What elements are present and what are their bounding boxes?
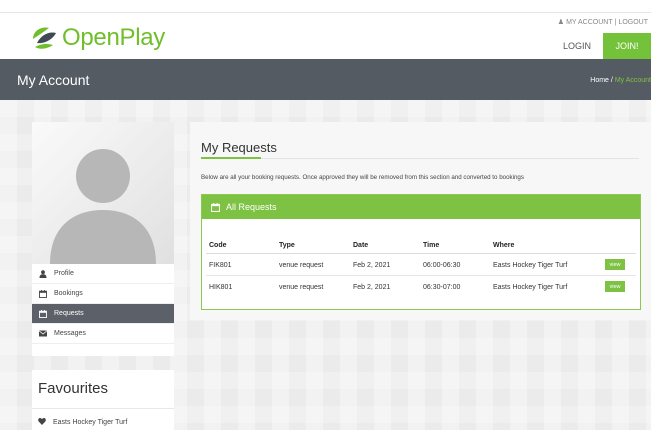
favourites-title: Favourites [38, 380, 109, 397]
favourite-label: Easts Hockey Tiger Turf [53, 419, 128, 426]
column-header-where: Where [493, 242, 515, 249]
page-banner: My Account Home / My Account [0, 59, 651, 100]
card-header: All Requests [202, 195, 640, 219]
user-icon [38, 269, 47, 278]
cell-code: HIK801 [209, 284, 233, 291]
avatar [32, 122, 174, 264]
page-title: My Account [17, 72, 90, 88]
account-sidebar: Profile Bookings Requests Messages [32, 122, 174, 356]
cell-where: Easts Hockey Tiger Turf [493, 284, 568, 291]
requests-panel: My Requests Below are all your booking r… [190, 122, 651, 320]
cell-time: 06:00-06:30 [423, 262, 461, 269]
envelope-icon [38, 329, 47, 338]
section-description: Below are all your booking requests. Onc… [201, 174, 524, 181]
sidebar-item-bookings[interactable]: Bookings [32, 284, 174, 304]
column-header-time: Time [423, 242, 440, 249]
sidebar-item-profile[interactable]: Profile [32, 264, 174, 284]
card-title: All Requests [226, 202, 277, 212]
sidebar-item-label: Requests [54, 310, 84, 317]
view-button[interactable]: view [605, 281, 625, 292]
favourites-divider [32, 408, 174, 409]
sidebar-item-label: Messages [54, 330, 86, 337]
join-button[interactable]: JOIN! [603, 33, 651, 59]
cell-type: venue request [279, 284, 324, 291]
login-link[interactable]: LOGIN [563, 41, 591, 51]
breadcrumb-separator: / [610, 77, 613, 84]
calendar-icon [211, 202, 220, 212]
sidebar-item-messages[interactable]: Messages [32, 324, 174, 344]
breadcrumb: Home / My Account [590, 77, 651, 84]
logout-link[interactable]: LOGOUT [618, 19, 648, 26]
title-divider [261, 158, 639, 159]
breadcrumb-home[interactable]: Home [590, 77, 609, 84]
account-links: ♟ MY ACCOUNT | LOGOUT [557, 18, 648, 27]
breadcrumb-current: My Account [614, 77, 651, 84]
section-title: My Requests [201, 140, 277, 155]
favourites-panel: Favourites Easts Hockey Tiger Turf [32, 370, 174, 430]
logo-text: OpenPlay [62, 24, 165, 51]
column-header-code: Code [209, 242, 227, 249]
cell-date: Feb 2, 2021 [353, 284, 391, 291]
link-separator: | [614, 18, 617, 26]
cell-type: venue request [279, 262, 324, 269]
cell-code: FIK801 [209, 262, 232, 269]
column-header-type: Type [279, 242, 295, 249]
table-row: FIK801 venue request Feb 2, 2021 06:00-0… [206, 254, 636, 276]
cell-where: Easts Hockey Tiger Turf [493, 262, 568, 269]
view-button[interactable]: view [605, 259, 625, 270]
all-requests-card: All Requests Code Type Date Time Where F… [201, 194, 641, 310]
heart-icon [38, 418, 46, 427]
openplay-logo-icon [33, 27, 56, 49]
calendar-icon [38, 309, 47, 318]
sidebar-item-requests[interactable]: Requests [32, 304, 174, 324]
person-icon: ♟ [557, 19, 565, 26]
my-account-link[interactable]: MY ACCOUNT [566, 19, 613, 26]
top-divider [0, 12, 651, 13]
avatar-placeholder-icon [50, 149, 156, 264]
cell-date: Feb 2, 2021 [353, 262, 391, 269]
column-header-date: Date [353, 242, 369, 249]
openplay-logo[interactable]: OpenPlay [29, 24, 165, 52]
favourite-item[interactable]: Easts Hockey Tiger Turf [38, 418, 127, 427]
sidebar-item-label: Profile [54, 270, 74, 277]
title-underline [201, 157, 261, 159]
table-row: HIK801 venue request Feb 2, 2021 06:30-0… [206, 276, 636, 298]
sidebar-item-label: Bookings [54, 290, 83, 297]
calendar-icon [38, 289, 47, 298]
account-menu: Profile Bookings Requests Messages [32, 264, 174, 344]
cell-time: 06:30-07:00 [423, 284, 461, 291]
